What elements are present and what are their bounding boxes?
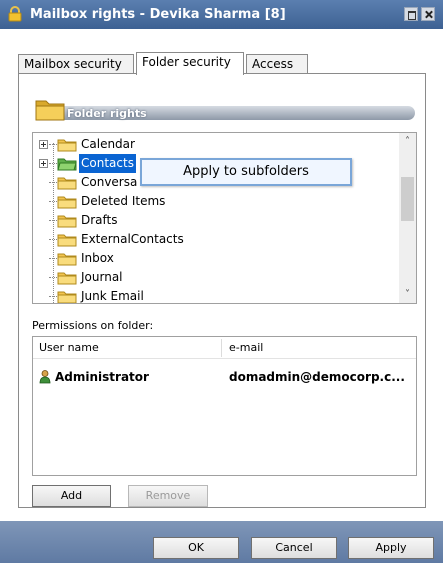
folder-label-selected: Contacts [79,154,136,173]
tab-access[interactable]: Access [246,54,308,74]
cancel-button[interactable]: Cancel [251,537,337,559]
folder-rights-title: Folder rights [67,107,147,120]
dialog-footer: OK Cancel Apply [0,521,443,563]
tree-item-junk-email[interactable]: Junk Email [33,287,383,303]
add-button[interactable]: Add [32,485,111,507]
email-cell: domadmin@democorp.c... [229,370,405,384]
tab-folder-security[interactable]: Folder security [136,52,244,75]
tree-item-deleted-items[interactable]: Deleted Items [33,192,383,211]
tree-item-externalcontacts[interactable]: ExternalContacts [33,230,383,249]
user-name-cell: Administrator [55,370,149,384]
mailbox-rights-window: Mailbox rights - Devika Sharma [8] Mailb… [0,0,443,563]
folder-label: Calendar [81,137,135,151]
folder-rights-header: Folder rights [35,96,415,126]
remove-button[interactable]: Remove [128,485,208,507]
window-title: Mailbox rights - Devika Sharma [8] [30,7,286,22]
scroll-up-icon[interactable]: ˄ [399,133,416,150]
user-icon [39,370,51,390]
permissions-table[interactable]: User name e-mail Administrator domadmin@… [32,336,417,476]
scroll-down-icon[interactable]: ˅ [399,286,416,303]
permissions-label: Permissions on folder: [32,319,154,332]
close-icon[interactable] [421,7,435,21]
folder-label: Journal [81,270,123,284]
context-menu-apply-to-subfolders[interactable]: Apply to subfolders [140,158,352,186]
permissions-header: User name e-mail [33,337,416,359]
expand-icon[interactable] [39,159,48,168]
folder-label: Conversa [81,175,138,189]
ok-button[interactable]: OK [153,537,239,559]
tab-mailbox-security[interactable]: Mailbox security [18,54,134,74]
lock-icon [8,6,22,26]
tree-item-inbox[interactable]: Inbox [33,249,383,268]
apply-button[interactable]: Apply [348,537,434,559]
tree-scrollbar[interactable]: ˄ ˅ [399,133,416,303]
folder-security-panel: Folder rights Calendar Contacts Conversa… [18,73,426,508]
title-bar: Mailbox rights - Devika Sharma [8] [0,0,443,29]
restore-icon[interactable] [404,7,418,21]
column-header-email[interactable]: e-mail [229,337,263,359]
expand-icon[interactable] [39,140,48,149]
folder-icon [57,290,77,303]
folder-label: Deleted Items [81,194,166,208]
folder-rights-icon [35,96,65,125]
folder-label: ExternalContacts [81,232,184,246]
folder-label: Inbox [81,251,114,265]
tree-item-drafts[interactable]: Drafts [33,211,383,230]
folder-label: Junk Email [81,289,144,303]
scroll-thumb[interactable] [401,177,414,221]
table-row[interactable]: Administrator domadmin@democorp.c... [33,367,416,387]
column-header-user-name[interactable]: User name [39,337,99,359]
folder-label: Drafts [81,213,118,227]
tree-item-journal[interactable]: Journal [33,268,383,287]
tree-item-calendar[interactable]: Calendar [33,135,383,154]
